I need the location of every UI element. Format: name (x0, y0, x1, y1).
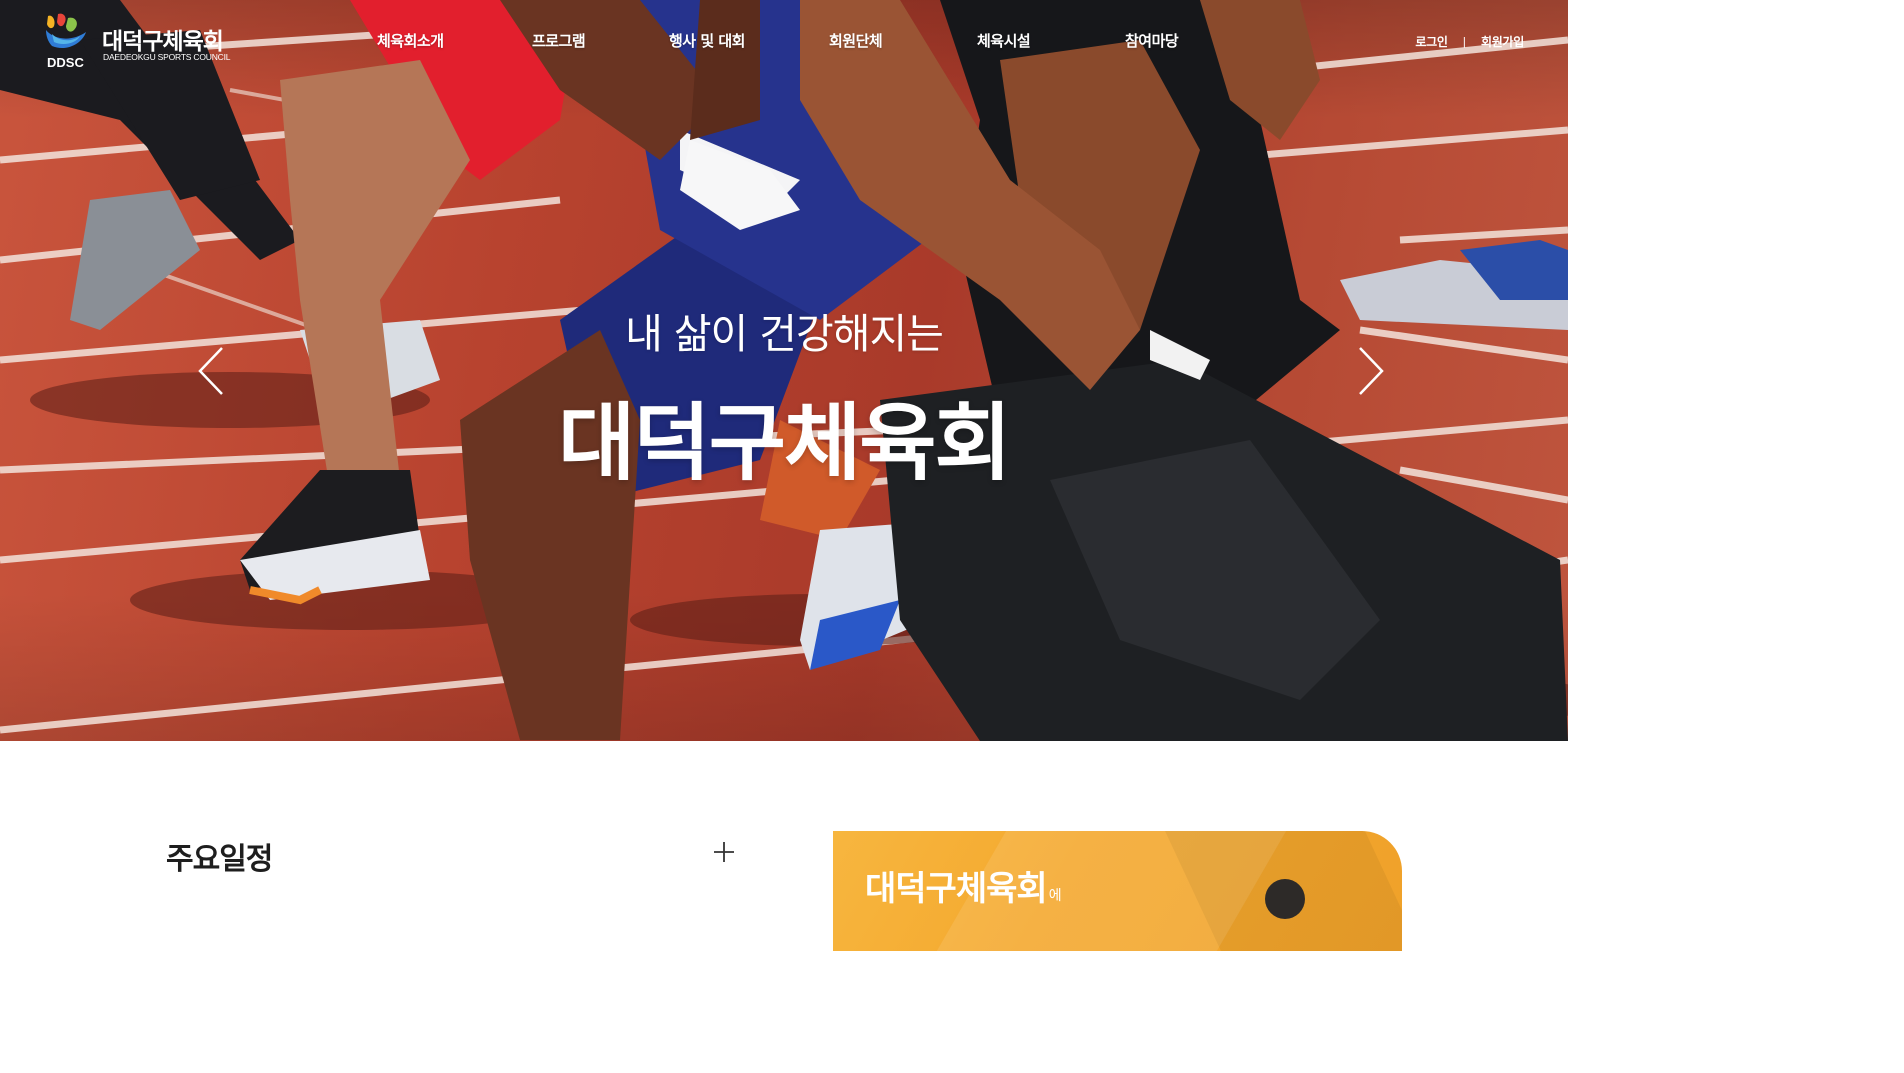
nav-item-member-groups[interactable]: 회원단체 (829, 30, 883, 51)
promo-title-text: 대덕구체육회 (865, 869, 1048, 909)
nav-item-community[interactable]: 참여마당 (1125, 30, 1179, 51)
chevron-right-icon (1359, 347, 1384, 395)
utility-links: 로그인 | 회원가입 (1415, 33, 1524, 50)
logo-name-korean: 대덕구체육회 (102, 29, 224, 55)
plus-icon (714, 842, 734, 862)
promo-title-suffix: 에 (1048, 888, 1062, 904)
utility-separator: | (1462, 35, 1467, 48)
hero-background-image (0, 0, 1568, 741)
login-link[interactable]: 로그인 (1415, 33, 1448, 50)
logo-name-english: DAEDEOKGU SPORTS COUNCIL (103, 52, 231, 62)
chevron-left-icon (198, 347, 223, 395)
logo-emblem-icon (46, 13, 86, 49)
promo-title: 대덕구체육회 에 (865, 861, 1062, 910)
logo-abbreviation: DDSC (47, 55, 84, 70)
nav-item-about[interactable]: 체육회소개 (377, 30, 444, 51)
slider-next-button[interactable] (1356, 344, 1386, 398)
signup-link[interactable]: 회원가입 (1481, 33, 1524, 50)
hero-subtitle: 내 삶이 건강해지는 (625, 310, 944, 358)
nav-item-events[interactable]: 행사 및 대회 (669, 30, 745, 51)
site-header: DDSC 대덕구체육회 DAEDEOKGU SPORTS COUNCIL 체육회… (0, 0, 1568, 80)
promo-image (1265, 879, 1305, 919)
nav-item-programs[interactable]: 프로그램 (532, 30, 586, 51)
promo-card[interactable]: 대덕구체육회 에 (833, 831, 1402, 951)
schedule-section-title: 주요일정 (166, 842, 273, 877)
hero-banner: DDSC 대덕구체육회 DAEDEOKGU SPORTS COUNCIL 체육회… (0, 0, 1568, 741)
schedule-more-button[interactable] (712, 840, 736, 864)
site-logo[interactable]: DDSC 대덕구체육회 DAEDEOKGU SPORTS COUNCIL (42, 12, 242, 70)
slider-prev-button[interactable] (196, 344, 226, 398)
nav-item-facilities[interactable]: 체육시설 (977, 30, 1031, 51)
hero-title: 대덕구체육회 (558, 394, 1012, 492)
